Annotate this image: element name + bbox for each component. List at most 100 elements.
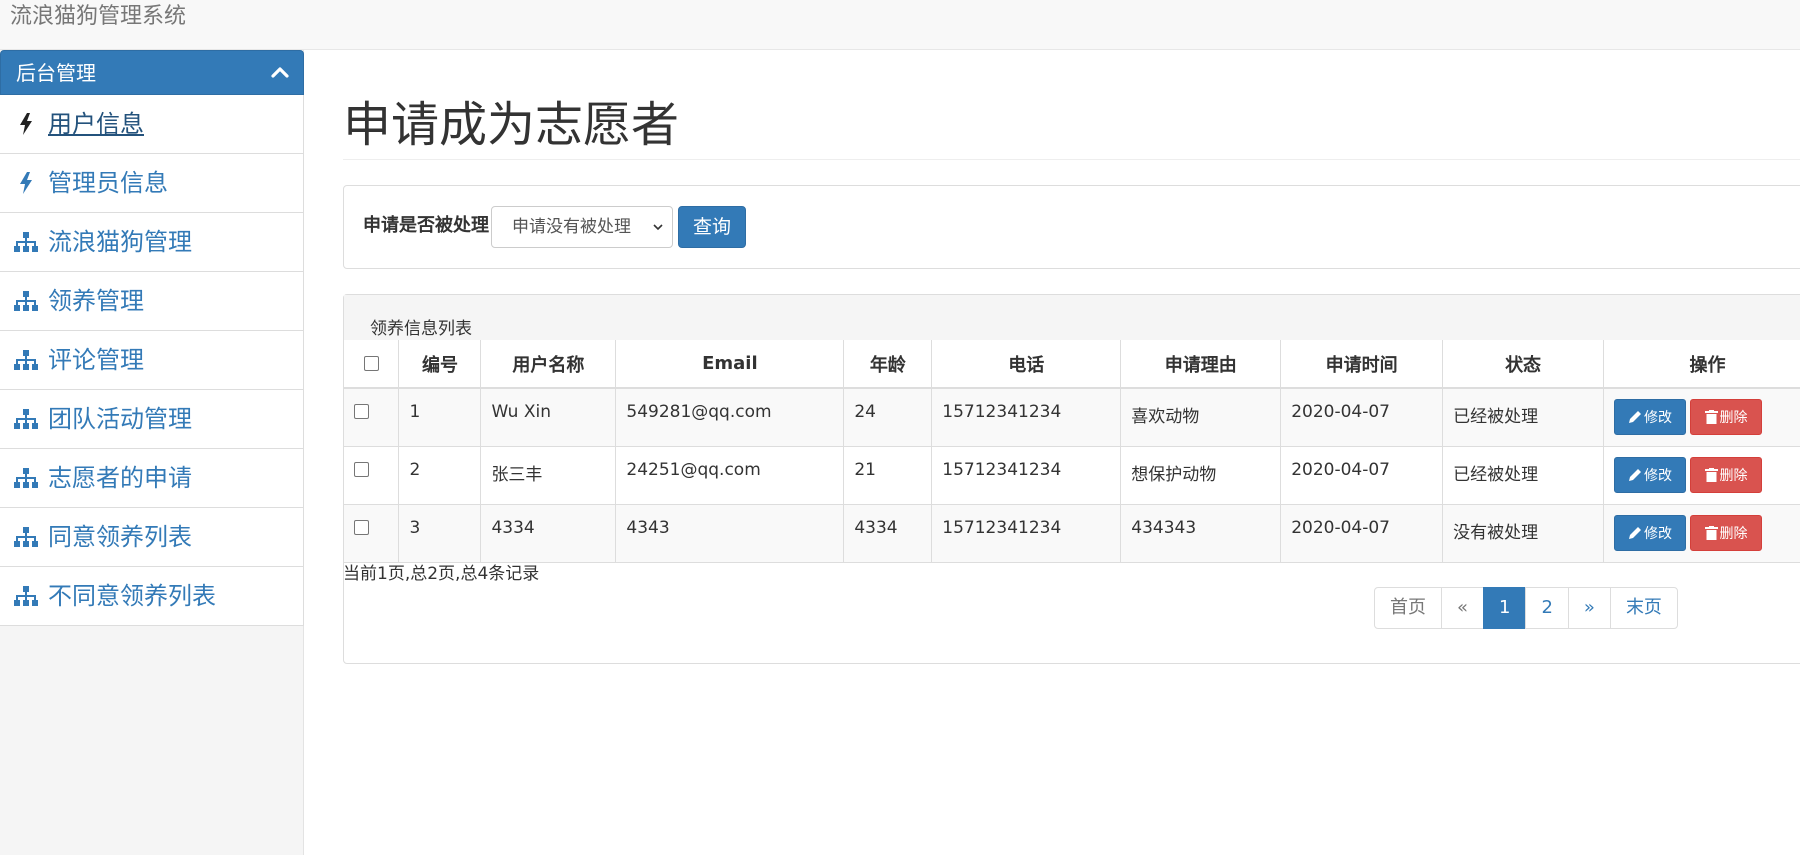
top-navbar: 流浪猫狗管理系统 xyxy=(0,0,1800,50)
edit-button-label: 修改 xyxy=(1644,467,1673,484)
table-header-row: 编号 用户名称 Email 年龄 电话 申请理由 申请时间 状态 操作 xyxy=(344,340,1800,389)
sidebar-item-label: 管理员信息 xyxy=(48,169,168,197)
trash-icon xyxy=(1704,525,1718,540)
column-header[interactable]: 年龄 xyxy=(843,340,933,389)
cell-date: 2020-04-07 xyxy=(1280,446,1444,505)
application-table: 编号 用户名称 Email 年龄 电话 申请理由 申请时间 状态 操作 1 Wu… xyxy=(344,340,1800,563)
column-header[interactable]: 申请理由 xyxy=(1120,340,1282,389)
sidebar-item-label: 评论管理 xyxy=(48,346,144,374)
title-divider xyxy=(343,159,1800,160)
sitemap-icon xyxy=(14,407,38,431)
sidebar-item-approved-adoptions[interactable]: 同意领养列表 xyxy=(0,508,303,567)
cell-email: 4343 xyxy=(615,504,845,563)
sidebar-heading-label: 后台管理 xyxy=(16,61,96,85)
chevron-up-icon xyxy=(271,67,289,78)
page-link-2[interactable]: 2 xyxy=(1525,587,1569,629)
first-page-link[interactable]: 首页 xyxy=(1374,587,1442,629)
table-row: 1 Wu Xin 549281@qq.com 24 15712341234 喜欢… xyxy=(344,388,1800,447)
table-row: 2 张三丰 24251@qq.com 21 15712341234 想保护动物 … xyxy=(344,446,1800,505)
cell-actions: 修改 删除 xyxy=(1603,388,1800,447)
cell-status: 没有被处理 xyxy=(1442,504,1605,563)
column-header[interactable]: 电话 xyxy=(931,340,1122,389)
sidebar-item-rejected-adoptions[interactable]: 不同意领养列表 xyxy=(0,567,303,626)
sidebar-item-label: 不同意领养列表 xyxy=(48,582,216,610)
row-checkbox[interactable] xyxy=(354,461,369,477)
page-title: 申请成为志愿者 xyxy=(343,97,680,153)
column-header[interactable]: 用户名称 xyxy=(480,340,617,389)
sidebar-item-comment-management[interactable]: 评论管理 xyxy=(0,331,303,390)
sidebar-item-label: 用户信息 xyxy=(48,110,144,138)
edit-button[interactable]: 修改 xyxy=(1614,399,1687,435)
column-header[interactable]: 申请时间 xyxy=(1280,340,1444,389)
cell-date: 2020-04-07 xyxy=(1280,504,1444,563)
sidebar-item-adoption-management[interactable]: 领养管理 xyxy=(0,272,303,331)
cell-date: 2020-04-07 xyxy=(1280,388,1444,447)
select-all-checkbox-cell xyxy=(344,340,400,389)
delete-button-label: 删除 xyxy=(1719,525,1748,542)
sidebar-nav: 用户信息 管理员信息 流浪猫狗管理 领养管理 评论管理 团队活动管理 志愿者的申… xyxy=(0,95,304,626)
column-header[interactable]: 操作 xyxy=(1603,340,1800,389)
cell-status: 已经被处理 xyxy=(1442,388,1605,447)
page-link-1[interactable]: 1 xyxy=(1483,587,1527,629)
select-all-checkbox[interactable] xyxy=(363,355,379,371)
main-content: 申请成为志愿者 申请是否被处理 申请没有被处理 查询 领养信息列表 编号 用户名… xyxy=(343,50,1800,855)
cell-phone: 15712341234 xyxy=(931,504,1122,563)
sitemap-icon xyxy=(14,348,38,372)
cell-phone: 15712341234 xyxy=(931,388,1122,447)
cell-age: 4334 xyxy=(843,504,933,563)
cell-actions: 修改 删除 xyxy=(1603,504,1800,563)
cell-id: 1 xyxy=(398,388,482,447)
pagination: 首页 « 1 2 » 末页 xyxy=(1374,587,1678,629)
sidebar-item-user-info[interactable]: 用户信息 xyxy=(0,95,303,154)
sitemap-icon xyxy=(14,584,38,608)
sidebar-heading[interactable]: 后台管理 xyxy=(0,50,304,95)
column-header[interactable]: 状态 xyxy=(1442,340,1605,389)
sidebar-item-admin-info[interactable]: 管理员信息 xyxy=(0,154,303,213)
next-page-link[interactable]: » xyxy=(1567,587,1611,629)
cell-age: 24 xyxy=(843,388,933,447)
sidebar-item-volunteer-applications[interactable]: 志愿者的申请 xyxy=(0,449,303,508)
sitemap-icon xyxy=(14,525,38,549)
row-checkbox[interactable] xyxy=(354,404,369,419)
cell-id: 3 xyxy=(398,504,482,563)
edit-button-label: 修改 xyxy=(1644,410,1673,426)
trash-icon xyxy=(1704,467,1718,482)
cell-reason: 想保护动物 xyxy=(1120,446,1282,505)
delete-button[interactable]: 删除 xyxy=(1690,514,1763,551)
pencil-icon xyxy=(1629,526,1642,539)
sidebar-item-stray-management[interactable]: 流浪猫狗管理 xyxy=(0,213,303,272)
cell-username: 4334 xyxy=(480,504,617,563)
cell-reason: 喜欢动物 xyxy=(1120,388,1282,447)
row-checkbox-cell xyxy=(344,446,400,505)
delete-button-label: 删除 xyxy=(1719,410,1748,426)
cell-status: 已经被处理 xyxy=(1442,446,1605,505)
list-title: 领养信息列表 xyxy=(370,319,472,339)
sidebar-item-team-activity[interactable]: 团队活动管理 xyxy=(0,390,303,449)
edit-button-label: 修改 xyxy=(1644,525,1673,542)
delete-button[interactable]: 删除 xyxy=(1690,456,1763,493)
last-page-link[interactable]: 末页 xyxy=(1609,587,1678,629)
column-header[interactable]: Email xyxy=(615,340,845,389)
cell-id: 2 xyxy=(398,446,482,505)
cell-age: 21 xyxy=(843,446,933,505)
chevron-down-icon xyxy=(653,224,663,231)
delete-button-label: 删除 xyxy=(1719,467,1748,484)
row-checkbox[interactable] xyxy=(354,519,369,535)
sitemap-icon xyxy=(14,289,38,313)
prev-page-link[interactable]: « xyxy=(1441,587,1485,629)
sitemap-icon xyxy=(14,230,38,254)
sidebar-item-label: 志愿者的申请 xyxy=(48,464,192,492)
sidebar-item-label: 同意领养列表 xyxy=(48,523,192,551)
delete-button[interactable]: 删除 xyxy=(1690,399,1763,435)
app-title[interactable]: 流浪猫狗管理系统 xyxy=(10,4,186,30)
column-header[interactable]: 编号 xyxy=(398,340,482,389)
filter-label: 申请是否被处理 xyxy=(363,215,489,236)
trash-icon xyxy=(1704,410,1718,424)
processed-status-select[interactable]: 申请没有被处理 xyxy=(491,206,673,248)
edit-button[interactable]: 修改 xyxy=(1614,456,1687,493)
select-value: 申请没有被处理 xyxy=(512,217,631,237)
query-button[interactable]: 查询 xyxy=(678,206,746,248)
sidebar-item-label: 领养管理 xyxy=(48,287,144,315)
cell-email: 549281@qq.com xyxy=(615,388,845,447)
edit-button[interactable]: 修改 xyxy=(1614,514,1687,551)
